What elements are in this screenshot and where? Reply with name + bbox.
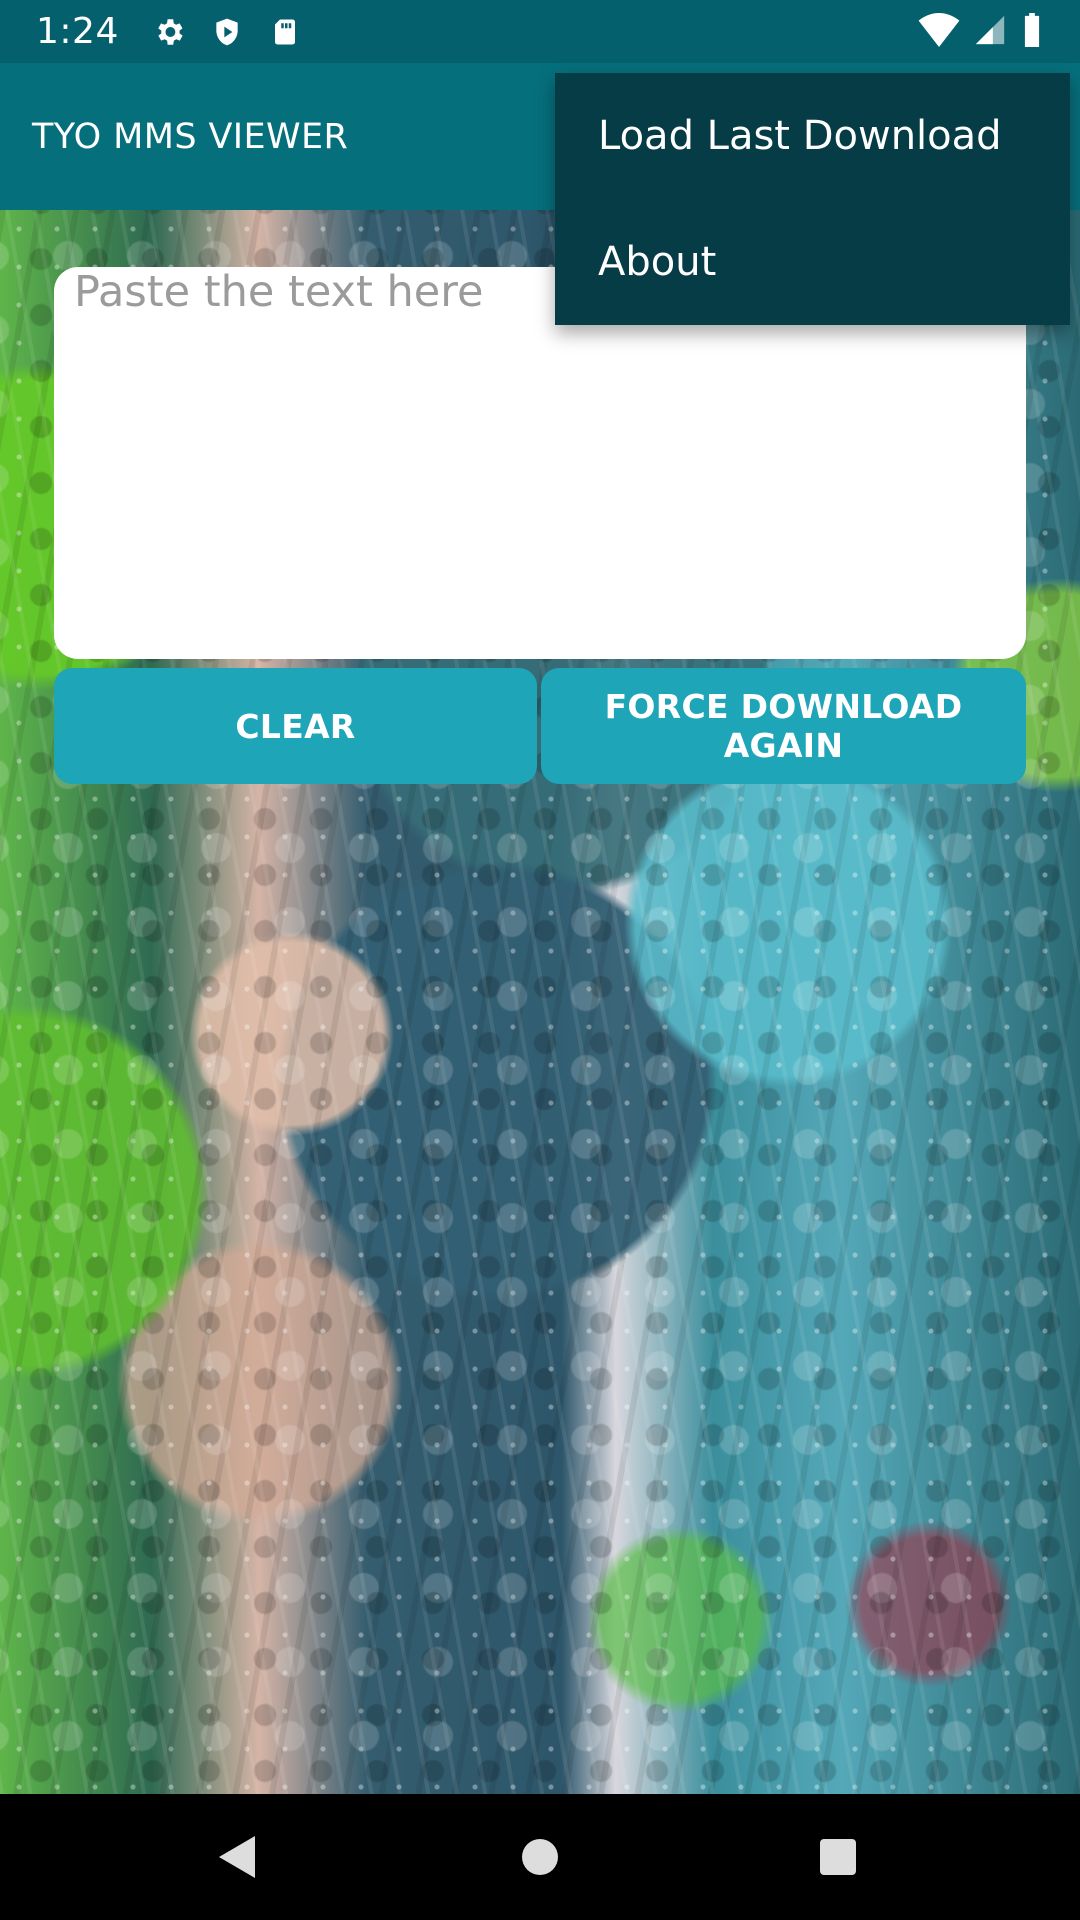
recents-icon[interactable] xyxy=(806,1825,870,1889)
app-title: TYO MMS VIEWER xyxy=(32,116,349,157)
status-bar: 1:24 xyxy=(0,0,1080,63)
clear-button[interactable]: CLEAR xyxy=(54,668,537,784)
sd-card-icon xyxy=(265,12,305,52)
status-right-icons xyxy=(918,12,1044,51)
menu-item-load-last-download[interactable]: Load Last Download xyxy=(555,73,1070,199)
back-icon[interactable] xyxy=(205,1825,269,1889)
wifi-icon xyxy=(918,12,960,51)
menu-item-about[interactable]: About xyxy=(555,199,1070,325)
navigation-bar xyxy=(0,1794,1080,1920)
paste-text-input[interactable] xyxy=(54,267,1026,659)
force-download-again-button[interactable]: FORCE DOWNLOAD AGAIN xyxy=(541,668,1026,784)
home-icon[interactable] xyxy=(503,1825,577,1889)
status-time: 1:24 xyxy=(36,11,119,52)
battery-icon xyxy=(1020,12,1044,51)
overflow-menu: Load Last Download About xyxy=(555,73,1070,325)
shield-play-icon xyxy=(207,12,247,52)
gear-icon xyxy=(149,12,189,52)
cellular-icon xyxy=(972,13,1008,51)
